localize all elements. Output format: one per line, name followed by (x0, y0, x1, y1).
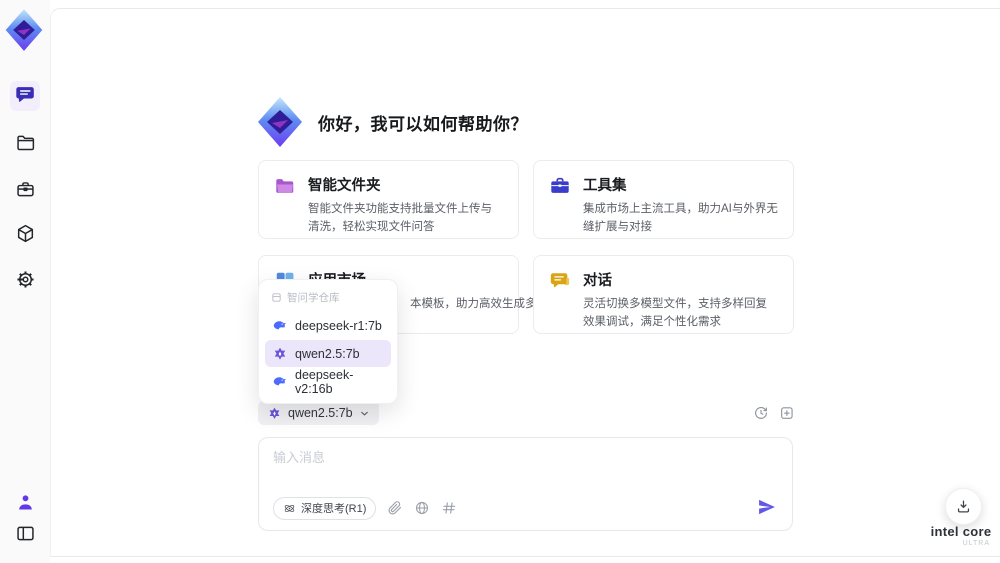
input-toolbar: 深度思考(R1) (273, 496, 778, 520)
sidebar-item-account[interactable] (10, 489, 40, 519)
send-icon (759, 499, 775, 515)
sidebar-item-folders[interactable] (10, 129, 40, 159)
sidebar-item-settings[interactable] (10, 266, 40, 296)
deep-think-toggle[interactable]: 深度思考(R1) (273, 496, 377, 520)
card-dialog[interactable]: 对话 灵活切换多模型文件，支持多样回复效果调试，满足个性化需求 (533, 255, 794, 334)
model-dropdown: 智问学仓库 deepseek-r1:7b qwen2.5:7b deepseek… (258, 279, 398, 404)
dialog-icon (549, 270, 571, 292)
sidebar-item-apps[interactable] (10, 220, 40, 250)
chat-toolbar-icons (752, 404, 795, 421)
greeting-logo (258, 97, 302, 147)
card-title: 对话 (583, 273, 612, 289)
model-option-qwen2-5-7b[interactable]: qwen2.5:7b (265, 340, 391, 367)
card-desc: 集成市场上主流工具，助力AI与外界无缝扩展与对接 (583, 203, 778, 234)
user-icon (15, 492, 36, 516)
qwen-icon (269, 407, 280, 419)
globe-icon[interactable] (413, 500, 430, 517)
grid-icon[interactable] (440, 500, 457, 517)
split-panel-icon (15, 523, 36, 547)
folder-icon (15, 132, 36, 156)
message-input[interactable] (273, 447, 778, 493)
repo-icon (272, 293, 281, 302)
model-option-deepseek-r1-7b[interactable]: deepseek-r1:7b (265, 312, 391, 339)
toolset-icon (549, 175, 571, 197)
chevron-down-icon (360, 411, 368, 415)
app-window: 你好，我可以如何帮助你？ 智能文件夹 智能文件夹功能支持批量文件上传与清洗，轻松… (0, 0, 1000, 563)
app-logo (5, 9, 43, 51)
card-desc: 智能文件夹功能支持批量文件上传与清洗，轻松实现文件问答 (308, 203, 492, 234)
model-dropdown-header-label: 智问学仓库 (287, 292, 340, 304)
deep-think-label: 深度思考(R1) (301, 503, 367, 515)
download-button[interactable] (945, 488, 982, 525)
intel-ultra-text: ultra (962, 540, 990, 547)
paperclip-icon[interactable] (386, 500, 403, 517)
greeting-title: 你好，我可以如何帮助你？ (318, 114, 528, 134)
sidebar (0, 0, 50, 563)
model-dropdown-header: 智问学仓库 (265, 287, 391, 312)
download-icon (957, 500, 970, 513)
card-title: 工具集 (583, 178, 627, 194)
package-cube-icon (15, 223, 36, 247)
intel-core-logo: intel core ultra (926, 524, 996, 547)
model-option-label: deepseek-v2:16b (295, 367, 354, 396)
model-option-label: qwen2.5:7b (295, 346, 360, 361)
sidebar-collapse-toggle[interactable] (10, 520, 40, 550)
card-smart-folder[interactable]: 智能文件夹 智能文件夹功能支持批量文件上传与清洗，轻松实现文件问答 (258, 160, 519, 239)
atom-icon (284, 504, 295, 512)
intel-core-text: intel core (930, 524, 992, 539)
send-button[interactable] (756, 497, 778, 519)
chat-input-box: 深度思考(R1) (258, 437, 793, 531)
model-option-deepseek-v2-16b[interactable]: deepseek-v2:16b (265, 367, 391, 396)
gear-icon (15, 269, 36, 293)
sidebar-item-toolbox[interactable] (10, 176, 40, 206)
card-desc: 灵活切换多模型文件，支持多样回复效果调试，满足个性化需求 (583, 298, 767, 329)
greeting: 你好，我可以如何帮助你？ (256, 96, 528, 148)
model-selector-button[interactable]: qwen2.5:7b (258, 401, 379, 425)
chat-icon (15, 84, 36, 108)
model-selector-label: qwen2.5:7b (288, 406, 353, 420)
card-toolset[interactable]: 工具集 集成市场上主流工具，助力AI与外界无缝扩展与对接 (533, 160, 794, 239)
card-title: 智能文件夹 (308, 178, 381, 194)
new-chat-icon[interactable] (778, 404, 795, 421)
deepseek-icon (273, 376, 286, 385)
smart-folder-icon (274, 175, 296, 197)
history-icon[interactable] (752, 404, 769, 421)
model-option-label: deepseek-r1:7b (295, 318, 382, 333)
toolbox-icon (15, 179, 36, 203)
sidebar-item-chat[interactable] (10, 81, 40, 111)
deepseek-icon (273, 320, 286, 329)
qwen-icon (274, 347, 286, 360)
